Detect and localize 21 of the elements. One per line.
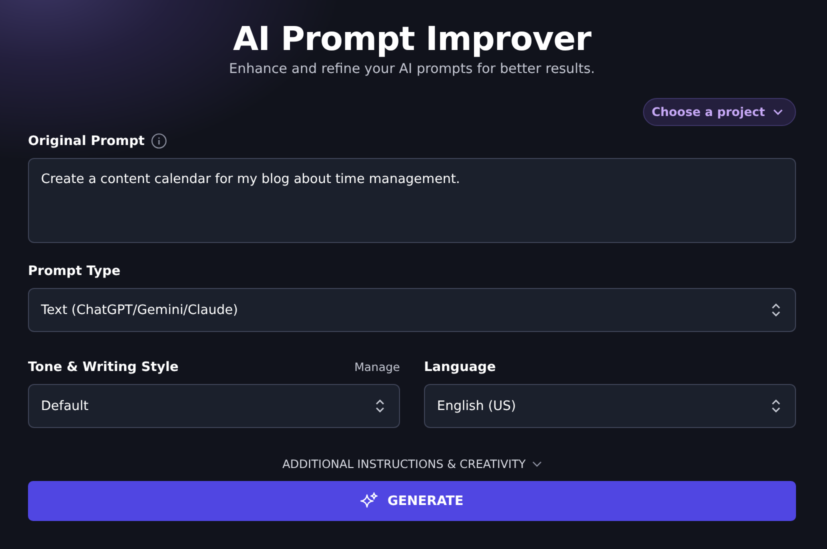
manage-link[interactable]: Manage [354,360,400,374]
select-arrows-icon [771,303,781,317]
generate-button[interactable]: GENERATE [28,481,796,521]
chevron-down-icon [773,109,783,115]
additional-instructions-toggle[interactable]: ADDITIONAL INSTRUCTIONS & CREATIVITY [282,457,542,471]
select-arrows-icon [771,399,781,413]
field-label: Tone & Writing Style [28,358,179,376]
language-select[interactable]: English (US) [424,384,796,428]
field-label: Original Prompt [28,134,145,148]
field-label: Language [424,358,496,376]
field-label: Prompt Type [28,264,120,278]
project-dropdown[interactable]: Choose a project [642,98,796,126]
prompt-textarea[interactable]: Create a content calendar for my blog about time management. [28,158,796,243]
tone-select[interactable]: Default [28,384,400,428]
select-arrows-icon [375,399,385,413]
page-title: AI Prompt Improver [232,18,592,60]
page-subtitle: Enhance and refine your AI prompts for better results. [228,60,596,78]
prompt-type-select[interactable]: Text (ChatGPT/Gemini/Claude) [28,288,796,332]
sparkles-icon [360,492,378,510]
info-icon[interactable] [150,133,167,149]
chevron-icon [532,461,542,467]
